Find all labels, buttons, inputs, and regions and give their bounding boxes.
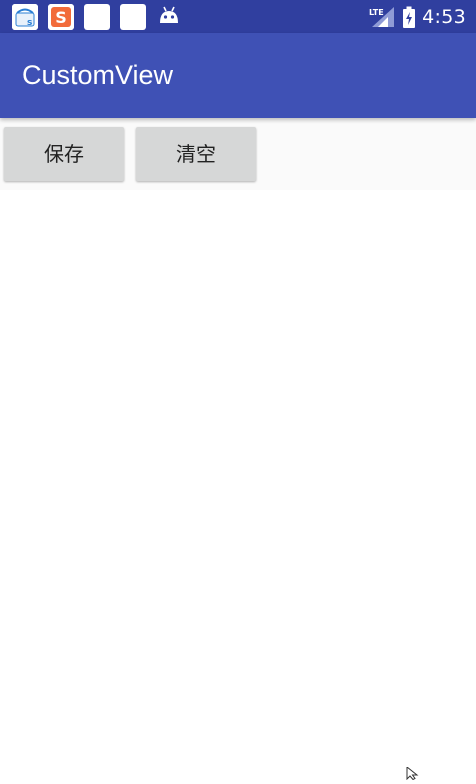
drawing-canvas[interactable] (0, 190, 476, 778)
save-button[interactable]: 保存 (4, 127, 124, 181)
clear-button[interactable]: 清空 (136, 127, 256, 181)
status-time: 4:53 (422, 5, 466, 28)
blank-notification-icon (120, 4, 146, 30)
network-type-label: LTE (369, 8, 384, 17)
blank-notification-icon (84, 4, 110, 30)
app-bar: CustomView (0, 33, 476, 118)
android-icon (158, 5, 180, 31)
store-icon: s (12, 4, 38, 30)
mouse-cursor-icon (406, 765, 420, 784)
button-row: 保存 清空 (0, 118, 476, 190)
lte-signal-icon: LTE (369, 6, 395, 27)
battery-charging-icon (403, 6, 416, 28)
sohu-s-icon: S (48, 4, 74, 30)
app-title: CustomView (22, 60, 174, 90)
svg-text:S: S (55, 8, 67, 27)
svg-text:s: s (27, 18, 32, 28)
status-bar: s S LTE 4:53 (0, 0, 476, 33)
status-indicators: LTE 4:53 (368, 0, 466, 33)
